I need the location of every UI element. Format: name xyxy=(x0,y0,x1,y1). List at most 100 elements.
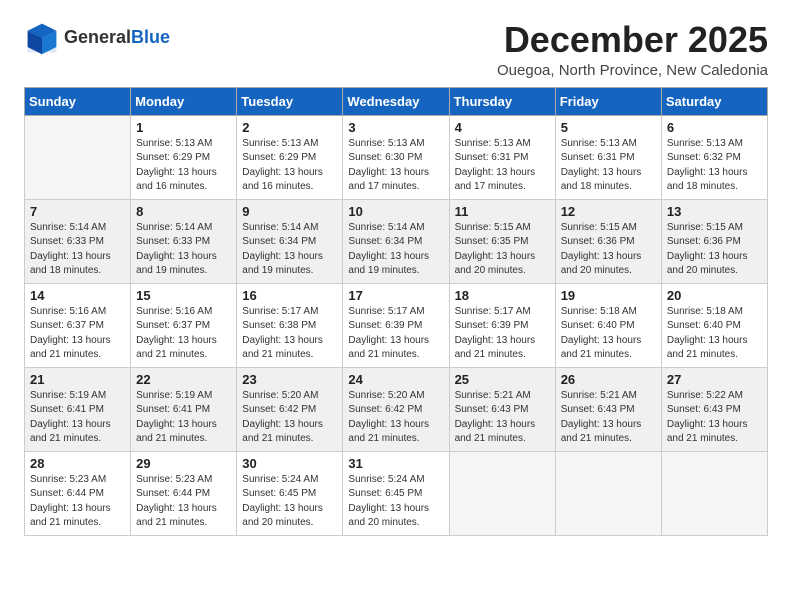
calendar-day-cell: 23Sunrise: 5:20 AMSunset: 6:42 PMDayligh… xyxy=(237,367,343,451)
day-number: 5 xyxy=(561,120,656,135)
calendar-day-cell: 26 Sunrise: 5:21 AMSunset: 6:43 PMDayligh… xyxy=(555,367,661,451)
day-info: Sunrise: 5:15 AMSunset: 6:35 PMDaylight:… xyxy=(455,221,550,279)
day-info: Sunrise: 5:16 AMSunset: 6:37 PMDaylight:… xyxy=(30,305,125,363)
calendar-day-cell: 17 Sunrise: 5:17 AMSunset: 6:39 PMDayligh… xyxy=(343,283,449,367)
day-number: 30 xyxy=(242,456,337,471)
calendar-day-cell: 29 Sunrise: 5:23 AMSunset: 6:44 PMDayligh… xyxy=(131,451,237,535)
day-info: Sunrise: 5:13 AMSunset: 6:29 PMDaylight:… xyxy=(136,137,231,195)
day-number: 7 xyxy=(30,204,125,219)
day-number: 25 xyxy=(455,372,550,387)
day-info: Sunrise: 5:23 AMSunset: 6:44 PMDaylight:… xyxy=(136,473,231,531)
day-info: Sunrise: 5:24 AMSunset: 6:45 PMDaylight:… xyxy=(242,473,337,531)
calendar-day-cell: 3Sunrise: 5:13 AMSunset: 6:30 PMDaylight… xyxy=(343,115,449,199)
day-number: 27 xyxy=(667,372,762,387)
calendar-day-cell: 16 Sunrise: 5:17 AMSunset: 6:38 PMDayligh… xyxy=(237,283,343,367)
calendar-day-cell: 5Sunrise: 5:13 AMSunset: 6:31 PMDaylight… xyxy=(555,115,661,199)
day-number: 17 xyxy=(348,288,443,303)
calendar-day-cell: 4 Sunrise: 5:13 AMSunset: 6:31 PMDaylight… xyxy=(449,115,555,199)
calendar-day-cell: 13 Sunrise: 5:15 AMSunset: 6:36 PMDayligh… xyxy=(661,199,767,283)
day-info: Sunrise: 5:15 AMSunset: 6:36 PMDaylight:… xyxy=(667,221,762,279)
day-info: Sunrise: 5:22 AMSunset: 6:43 PMDaylight:… xyxy=(667,389,762,447)
day-number: 14 xyxy=(30,288,125,303)
day-info: Sunrise: 5:19 AMSunset: 6:41 PMDaylight:… xyxy=(136,389,231,447)
header-area: GeneralBlue December 2025 Ouegoa, North … xyxy=(24,20,768,79)
calendar-day-cell xyxy=(449,451,555,535)
calendar-day-cell: 24Sunrise: 5:20 AMSunset: 6:42 PMDayligh… xyxy=(343,367,449,451)
day-info: Sunrise: 5:19 AMSunset: 6:41 PMDaylight:… xyxy=(30,389,125,447)
day-number: 22 xyxy=(136,372,231,387)
day-number: 11 xyxy=(455,204,550,219)
day-number: 16 xyxy=(242,288,337,303)
calendar-day-cell: 1 Sunrise: 5:13 AMSunset: 6:29 PMDaylight… xyxy=(131,115,237,199)
day-info: Sunrise: 5:14 AMSunset: 6:34 PMDaylight:… xyxy=(348,221,443,279)
calendar-day-cell: 19 Sunrise: 5:18 AMSunset: 6:40 PMDayligh… xyxy=(555,283,661,367)
logo-text: GeneralBlue xyxy=(64,28,170,48)
day-info: Sunrise: 5:21 AMSunset: 6:43 PMDaylight:… xyxy=(561,389,656,447)
calendar-day-cell xyxy=(661,451,767,535)
day-number: 20 xyxy=(667,288,762,303)
logo-blue: Blue xyxy=(131,28,170,48)
day-info: Sunrise: 5:24 AMSunset: 6:45 PMDaylight:… xyxy=(348,473,443,531)
weekday-header-monday: Monday xyxy=(131,87,237,115)
day-number: 29 xyxy=(136,456,231,471)
calendar-day-cell: 7 Sunrise: 5:14 AMSunset: 6:33 PMDaylight… xyxy=(25,199,131,283)
day-info: Sunrise: 5:21 AMSunset: 6:43 PMDaylight:… xyxy=(455,389,550,447)
day-number: 6 xyxy=(667,120,762,135)
calendar-day-cell: 12Sunrise: 5:15 AMSunset: 6:36 PMDayligh… xyxy=(555,199,661,283)
calendar-week-row: 21 Sunrise: 5:19 AMSunset: 6:41 PMDayligh… xyxy=(25,367,768,451)
weekday-header-friday: Friday xyxy=(555,87,661,115)
day-number: 19 xyxy=(561,288,656,303)
calendar-day-cell: 6 Sunrise: 5:13 AMSunset: 6:32 PMDaylight… xyxy=(661,115,767,199)
day-number: 2 xyxy=(242,120,337,135)
day-info: Sunrise: 5:17 AMSunset: 6:38 PMDaylight:… xyxy=(242,305,337,363)
calendar-day-cell: 18 Sunrise: 5:17 AMSunset: 6:39 PMDayligh… xyxy=(449,283,555,367)
day-number: 18 xyxy=(455,288,550,303)
day-number: 4 xyxy=(455,120,550,135)
day-number: 15 xyxy=(136,288,231,303)
calendar-day-cell: 10Sunrise: 5:14 AMSunset: 6:34 PMDayligh… xyxy=(343,199,449,283)
day-info: Sunrise: 5:13 AMSunset: 6:31 PMDaylight:… xyxy=(455,137,550,195)
day-number: 13 xyxy=(667,204,762,219)
calendar-week-row: 7 Sunrise: 5:14 AMSunset: 6:33 PMDaylight… xyxy=(25,199,768,283)
calendar-day-cell: 28 Sunrise: 5:23 AMSunset: 6:44 PMDayligh… xyxy=(25,451,131,535)
weekday-header-saturday: Saturday xyxy=(661,87,767,115)
day-number: 26 xyxy=(561,372,656,387)
day-info: Sunrise: 5:17 AMSunset: 6:39 PMDaylight:… xyxy=(455,305,550,363)
day-number: 21 xyxy=(30,372,125,387)
calendar-week-row: 1 Sunrise: 5:13 AMSunset: 6:29 PMDaylight… xyxy=(25,115,768,199)
day-info: Sunrise: 5:18 AMSunset: 6:40 PMDaylight:… xyxy=(667,305,762,363)
calendar-week-row: 28 Sunrise: 5:23 AMSunset: 6:44 PMDayligh… xyxy=(25,451,768,535)
calendar-day-cell: 25 Sunrise: 5:21 AMSunset: 6:43 PMDayligh… xyxy=(449,367,555,451)
calendar-day-cell: 15Sunrise: 5:16 AMSunset: 6:37 PMDayligh… xyxy=(131,283,237,367)
logo-icon xyxy=(24,20,60,56)
day-info: Sunrise: 5:13 AMSunset: 6:29 PMDaylight:… xyxy=(242,137,337,195)
location-title: Ouegoa, North Province, New Caledonia xyxy=(497,62,768,79)
calendar-day-cell: 20 Sunrise: 5:18 AMSunset: 6:40 PMDayligh… xyxy=(661,283,767,367)
title-area: December 2025 Ouegoa, North Province, Ne… xyxy=(497,20,768,79)
day-info: Sunrise: 5:14 AMSunset: 6:33 PMDaylight:… xyxy=(136,221,231,279)
day-number: 31 xyxy=(348,456,443,471)
weekday-header-tuesday: Tuesday xyxy=(237,87,343,115)
weekday-header-wednesday: Wednesday xyxy=(343,87,449,115)
day-info: Sunrise: 5:17 AMSunset: 6:39 PMDaylight:… xyxy=(348,305,443,363)
calendar-day-cell xyxy=(25,115,131,199)
day-number: 28 xyxy=(30,456,125,471)
day-number: 9 xyxy=(242,204,337,219)
day-number: 1 xyxy=(136,120,231,135)
day-info: Sunrise: 5:23 AMSunset: 6:44 PMDaylight:… xyxy=(30,473,125,531)
day-info: Sunrise: 5:18 AMSunset: 6:40 PMDaylight:… xyxy=(561,305,656,363)
calendar-day-cell: 31 Sunrise: 5:24 AMSunset: 6:45 PMDayligh… xyxy=(343,451,449,535)
calendar-day-cell: 22 Sunrise: 5:19 AMSunset: 6:41 PMDayligh… xyxy=(131,367,237,451)
calendar-day-cell: 14 Sunrise: 5:16 AMSunset: 6:37 PMDayligh… xyxy=(25,283,131,367)
day-info: Sunrise: 5:13 AMSunset: 6:30 PMDaylight:… xyxy=(348,137,443,195)
day-info: Sunrise: 5:20 AMSunset: 6:42 PMDaylight:… xyxy=(348,389,443,447)
day-number: 8 xyxy=(136,204,231,219)
calendar-day-cell: 21 Sunrise: 5:19 AMSunset: 6:41 PMDayligh… xyxy=(25,367,131,451)
day-info: Sunrise: 5:14 AMSunset: 6:33 PMDaylight:… xyxy=(30,221,125,279)
day-info: Sunrise: 5:15 AMSunset: 6:36 PMDaylight:… xyxy=(561,221,656,279)
day-info: Sunrise: 5:13 AMSunset: 6:32 PMDaylight:… xyxy=(667,137,762,195)
calendar-table: SundayMondayTuesdayWednesdayThursdayFrid… xyxy=(24,87,768,536)
day-info: Sunrise: 5:20 AMSunset: 6:42 PMDaylight:… xyxy=(242,389,337,447)
logo: GeneralBlue xyxy=(24,20,170,56)
weekday-header-thursday: Thursday xyxy=(449,87,555,115)
